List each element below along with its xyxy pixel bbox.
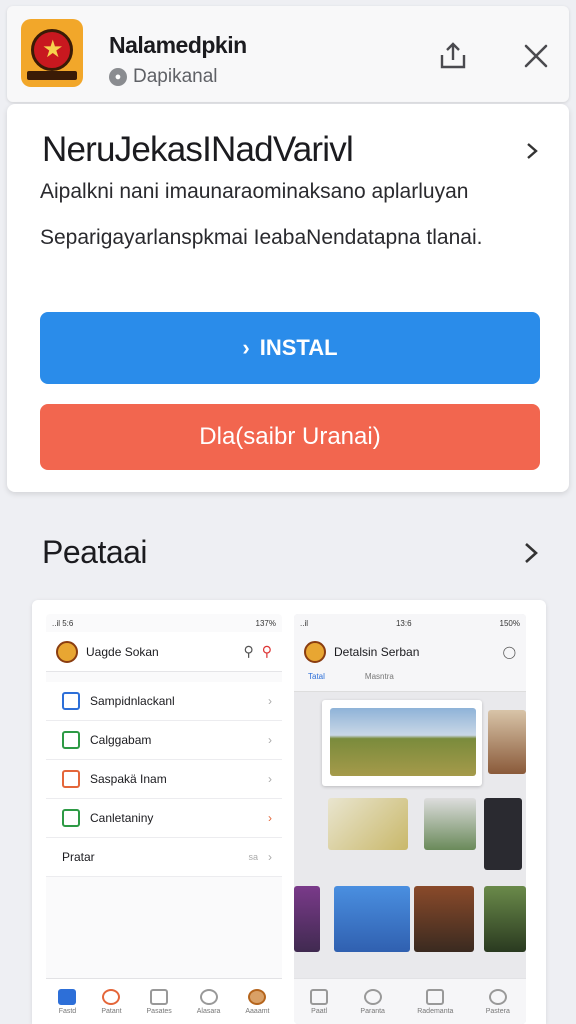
screenshot-app-title: Detalsin Serban	[334, 645, 420, 659]
list-item: Sampidnlackanl ›	[46, 682, 282, 721]
card-title: NeruJekasINadVarivl	[42, 130, 354, 169]
list-item-label: Sampidnlackanl	[90, 694, 175, 708]
screenshot-tabbar: Paatl Paranta Rademanta Pastera	[294, 978, 526, 1024]
chevron-right-icon: ›	[268, 811, 272, 825]
tab-label: Paatl	[311, 1007, 328, 1015]
tab-label: Fastd	[58, 1007, 77, 1015]
screenshot-gallery[interactable]: ..il 5:6 137% Uagde Sokan ⚲ ⚲ Sampidnlac…	[32, 600, 546, 1024]
tab-home: Fastd	[58, 988, 77, 1015]
list-item-label: Canletaniny	[90, 811, 154, 825]
list-item: Saspakä Inam ›	[46, 760, 282, 799]
app-developer: ● Dapikanal	[109, 66, 218, 88]
tab-label: Masntra	[364, 672, 394, 681]
tab-list: Pasates	[146, 988, 172, 1015]
description-line1: Aipalkni nani imaunaraominaksano aplarlu…	[40, 180, 469, 203]
list-item-icon	[62, 731, 80, 749]
user-icon: ◯	[502, 645, 516, 659]
mini-logo-icon	[56, 640, 78, 663]
app-title: Nalamedpkin	[109, 32, 247, 58]
share-icon[interactable]	[437, 40, 469, 72]
photo-item	[328, 798, 408, 850]
tab-search: Patant	[101, 988, 122, 1015]
section-title: Peataai	[42, 534, 148, 570]
tab-label: Tatal	[308, 672, 325, 681]
tab-label: Pasates	[146, 1007, 172, 1015]
search-icon: ⚲	[243, 643, 254, 659]
status-time: 13:6	[395, 618, 412, 628]
tab-item: Rademanta	[417, 988, 454, 1015]
secondary-button[interactable]: Dla(saibr Uranai)	[40, 404, 540, 470]
tab-label: Patant	[101, 1007, 122, 1015]
tab-item: Paatl	[310, 988, 329, 1015]
status-right: 137%	[255, 618, 276, 628]
mini-logo-icon	[304, 641, 326, 663]
chevron-right-icon[interactable]	[522, 140, 542, 162]
photo-item	[334, 886, 410, 952]
chevron-right-icon: ›	[242, 335, 250, 360]
chevron-right-icon: ›	[268, 850, 272, 864]
list-item-icon	[62, 809, 80, 827]
list-item: Calggabam ›	[46, 721, 282, 760]
screenshot-header: Detalsin Serban ◯	[294, 632, 526, 672]
search-icon-red: ⚲	[261, 643, 272, 659]
install-button[interactable]: › INSTAL	[40, 312, 540, 384]
status-left: ..il 5:6	[52, 618, 74, 628]
close-icon[interactable]	[522, 42, 550, 70]
signal-icon: ..il	[300, 618, 308, 628]
tab-account: Aaaamt	[245, 988, 270, 1015]
app-logo-icon	[21, 19, 83, 87]
screenshot-app-title: Uagde Sokan	[86, 644, 159, 659]
photo-landscape	[330, 708, 476, 776]
list-item-value: sa	[248, 852, 258, 862]
tab-label: Aaaamt	[245, 1007, 270, 1015]
status-bar: ..il 13:6 150%	[294, 614, 526, 632]
description-line2: Separigayarlanspkmai IeabaNendatapna tla…	[40, 226, 483, 249]
list-item-icon	[62, 770, 80, 788]
screenshot-tabbar: Fastd Patant Pasates Alasara Aaaamt	[46, 978, 282, 1024]
chevron-right-icon: ›	[268, 772, 272, 786]
photo-item	[414, 886, 474, 952]
list-item-label: Pratar	[62, 850, 95, 864]
list-item-icon	[62, 692, 80, 710]
list-item-label: Calggabam	[90, 733, 152, 747]
list-item: Pratar sa ›	[46, 838, 282, 877]
section-chevron-icon[interactable]	[520, 540, 542, 566]
screenshot-1[interactable]: ..il 5:6 137% Uagde Sokan ⚲ ⚲ Sampidnlac…	[46, 614, 282, 1024]
list-item: Canletaniny ›	[46, 799, 282, 838]
tab-explore: Alasara	[196, 988, 221, 1015]
chevron-right-icon: ›	[268, 694, 272, 708]
tab-item: Paranta	[360, 988, 385, 1015]
app-header: Nalamedpkin ● Dapikanal	[7, 6, 569, 102]
screenshot-header: Uagde Sokan ⚲ ⚲	[46, 632, 282, 672]
status-right: 150%	[499, 618, 520, 628]
tab-item: Pastera	[485, 988, 510, 1015]
photo-portrait	[488, 710, 526, 774]
status-bar: ..il 5:6 137%	[46, 614, 282, 632]
install-label: INSTAL	[259, 335, 338, 360]
tab-label: Alasara	[196, 1007, 221, 1015]
photo-item	[484, 798, 522, 870]
secondary-label: Dla(saibr Uranai)	[199, 423, 381, 450]
photo-item	[424, 798, 476, 850]
chevron-right-icon: ›	[268, 733, 272, 747]
tab-label: Rademanta	[417, 1007, 454, 1015]
app-subtitle: Dapikanal	[133, 66, 218, 87]
screenshot-2[interactable]: ..il 13:6 150% Detalsin Serban ◯ Tatal M…	[294, 614, 526, 1024]
photo-item	[294, 886, 320, 952]
photo-item	[484, 886, 526, 952]
tab-label: Pastera	[485, 1007, 510, 1015]
screenshot-tabs: Tatal Masntra	[294, 672, 526, 692]
app-info-card: NeruJekasINadVarivl Aipalkni nani imauna…	[7, 104, 569, 492]
screenshot-list: Sampidnlackanl › Calggabam › Saspakä Ina…	[46, 682, 282, 877]
tab-label: Paranta	[360, 1007, 385, 1015]
list-item-label: Saspakä Inam	[90, 772, 167, 786]
developer-icon: ●	[109, 68, 127, 86]
